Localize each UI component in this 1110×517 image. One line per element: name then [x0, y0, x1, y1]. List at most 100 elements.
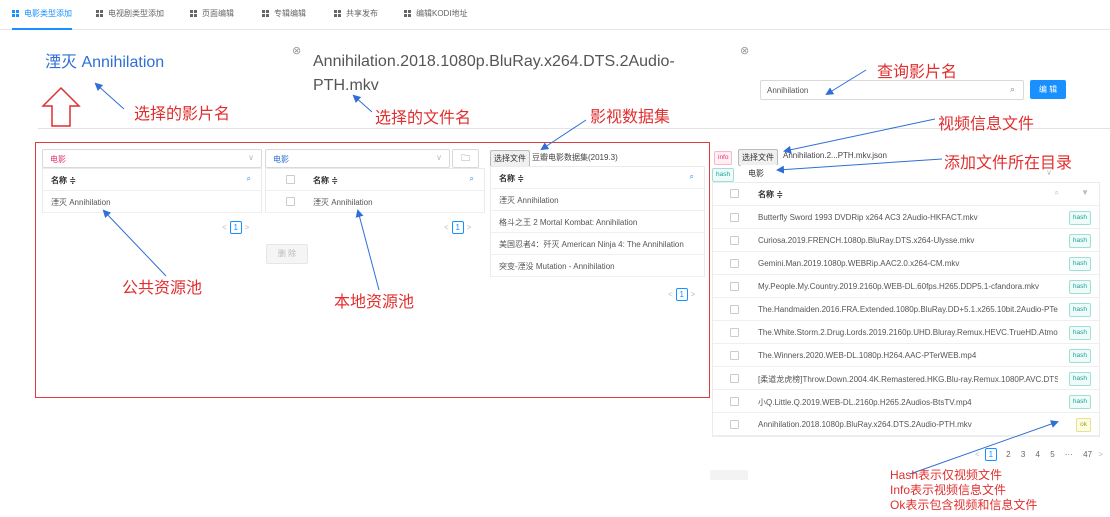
grid-icon: [190, 10, 197, 17]
search-icon[interactable]: ⌕: [1055, 188, 1059, 198]
page-2[interactable]: 2: [1006, 450, 1010, 459]
movie-search-input[interactable]: Annihilation ⌕: [760, 80, 1024, 100]
public-pool-category-select[interactable]: 电影 ∨: [42, 149, 262, 168]
row-checkbox[interactable]: [730, 374, 739, 383]
row-checkbox[interactable]: [730, 351, 739, 360]
ok-tag: ok: [1076, 418, 1091, 432]
table-row[interactable]: Gemini.Man.2019.1080p.WEBRip.AAC2.0.x264…: [713, 252, 1099, 275]
table-header: 名称 ≑ ⌕: [266, 169, 484, 191]
prev-page-icon[interactable]: <: [444, 223, 449, 232]
table-header: 名称 ≑ ⌕: [43, 169, 261, 191]
info-file-name: Annihilation.2...PTH.mkv.json: [783, 151, 887, 160]
table-row[interactable]: The.Winners.2020.WEB-DL.1080p.H264.AAC-P…: [713, 344, 1099, 367]
search-icon[interactable]: ⌕: [470, 174, 474, 184]
table-row[interactable]: 突变-湮没 Mutation - Annihilation: [491, 255, 704, 277]
tab-share-publish[interactable]: 共享发布: [334, 0, 378, 30]
delete-button[interactable]: 删 除: [266, 244, 308, 264]
next-page-icon[interactable]: >: [245, 223, 250, 232]
row-checkbox[interactable]: [730, 236, 739, 245]
edit-button[interactable]: 编 辑: [1030, 80, 1066, 99]
row-checkbox[interactable]: [730, 328, 739, 337]
hash-tag: hash: [1068, 303, 1091, 317]
next-page-icon[interactable]: >: [467, 223, 472, 232]
annotation-legend: Hash表示仅视频文件 Info表示视频信息文件 Ok表示包含视频和信息文件: [890, 468, 1038, 512]
hash-tag: hash: [1068, 349, 1091, 363]
page-3[interactable]: 3: [1021, 450, 1025, 459]
search-icon[interactable]: ⌕: [1010, 84, 1015, 95]
table-row[interactable]: Butterfly Sword 1993 DVDRip x264 AC3 2Au…: [713, 206, 1099, 229]
clear-file-icon[interactable]: ⊗: [292, 44, 301, 57]
dataset-name: 豆瓣电影数据集(2019.3): [532, 153, 618, 162]
public-pool-pager: <1 >: [222, 221, 250, 234]
select-all-checkbox[interactable]: [286, 175, 295, 184]
table-row[interactable]: My.People.My.Country.2019.2160p.WEB-DL.6…: [713, 275, 1099, 298]
page-47[interactable]: 47: [1083, 450, 1092, 459]
hash-tag: hash: [1068, 211, 1091, 225]
clear-search-icon[interactable]: ⊗: [740, 44, 749, 57]
chevron-down-icon: ∨: [436, 153, 442, 162]
grid-icon: [404, 10, 411, 17]
file-name: My.People.My.Country.2019.2160p.WEB-DL.6…: [758, 282, 1040, 291]
prev-page-icon[interactable]: <: [222, 223, 227, 232]
table-row[interactable]: Annihilation.2018.1080p.BluRay.x264.DTS.…: [713, 413, 1099, 436]
row-checkbox[interactable]: [730, 397, 739, 406]
annotation-local-pool: 本地资源池: [334, 294, 415, 311]
table-row[interactable]: 湮灭 Annihilation: [266, 191, 484, 213]
annotation-query: 查询影片名: [877, 64, 958, 81]
file-name: Annihilation.2018.1080p.BluRay.x264.DTS.…: [758, 420, 972, 429]
table-row[interactable]: Curiosa.2019.FRENCH.1080p.BluRay.DTS.x26…: [713, 229, 1099, 252]
tab-tv-type-add[interactable]: 电视剧类型添加: [96, 0, 164, 30]
tab-album-edit[interactable]: 专辑编辑: [262, 0, 306, 30]
table-row[interactable]: 小Q.Little.Q.2019.WEB-DL.2160p.H265.2Audi…: [713, 390, 1099, 413]
table-row[interactable]: 湮灭 Annihilation: [43, 191, 261, 213]
next-page-icon[interactable]: >: [1098, 450, 1103, 459]
annotation-info-file: 视频信息文件: [938, 116, 1035, 133]
search-value: Annihilation: [767, 86, 809, 95]
selected-movie-title: 湮灭 Annihilation: [45, 54, 165, 71]
row-checkbox[interactable]: [730, 282, 739, 291]
file-table-pager: < 1 2 3 4 5 ··· 47 >: [975, 448, 1103, 461]
table-row[interactable]: 湮灭 Annihilation: [491, 189, 704, 211]
file-name: The.White.Storm.2.Drug.Lords.2019.2160p.…: [758, 328, 1058, 337]
select-all-checkbox[interactable]: [730, 189, 739, 198]
table-row[interactable]: The.White.Storm.2.Drug.Lords.2019.2160p.…: [713, 321, 1099, 344]
page-5[interactable]: 5: [1050, 450, 1054, 459]
table-row[interactable]: 美国忍者4：歼灭 American Ninja 4: The Annihilat…: [491, 233, 704, 255]
selected-file-title: Annihilation.2018.1080p.BluRay.x264.DTS.…: [313, 53, 675, 94]
row-checkbox[interactable]: [730, 420, 739, 429]
next-page-icon[interactable]: >: [691, 290, 696, 299]
tab-bar: 电影类型添加 电视剧类型添加 页面编辑 专辑编辑 共享发布 编辑KODI地址: [0, 0, 1110, 30]
annotation-movie-name: 选择的影片名: [134, 106, 231, 123]
row-checkbox[interactable]: [286, 197, 295, 206]
file-name: The.Winners.2020.WEB-DL.1080p.H264.AAC-P…: [758, 351, 977, 360]
local-pool-category-select[interactable]: 电影 ∨: [265, 149, 450, 168]
prev-page-icon[interactable]: <: [668, 290, 673, 299]
page-4[interactable]: 4: [1036, 450, 1040, 459]
search-icon[interactable]: ⌕: [247, 174, 251, 184]
table-row[interactable]: 格斗之王 2 Mortal Kombat: Annihilation: [491, 211, 704, 233]
row-checkbox[interactable]: [730, 259, 739, 268]
annotation-public-pool: 公共资源池: [122, 280, 203, 297]
hash-tag: hash: [712, 168, 735, 182]
public-pool-table: 名称 ≑ ⌕ 湮灭 Annihilation: [42, 168, 262, 213]
tab-kodi-address[interactable]: 编辑KODI地址: [404, 0, 468, 30]
file-table: 名称 ≑ ⌕ ▼ Butterfly Sword 1993 DVDRip x26…: [712, 182, 1100, 437]
dataset-choose-file-button[interactable]: 选择文件: [490, 150, 530, 167]
grid-icon: [262, 10, 269, 17]
file-name: 小Q.Little.Q.2019.WEB-DL.2160p.H265.2Audi…: [758, 398, 972, 407]
table-row[interactable]: [柔道龙虎榜]Throw.Down.2004.4K.Remastered.HKG…: [713, 367, 1099, 390]
tab-movie-type-add[interactable]: 电影类型添加: [12, 0, 72, 30]
filter-icon[interactable]: ▼: [1081, 188, 1089, 197]
tab-page-edit[interactable]: 页面编辑: [190, 0, 234, 30]
prev-page-icon[interactable]: <: [975, 450, 980, 459]
info-choose-file-button[interactable]: 选择文件: [738, 149, 778, 166]
row-checkbox[interactable]: [730, 305, 739, 314]
row-checkbox[interactable]: [730, 213, 739, 222]
file-name: Curiosa.2019.FRENCH.1080p.BluRay.DTS.x26…: [758, 236, 975, 245]
table-row[interactable]: The.Handmaiden.2016.FRA.Extended.1080p.B…: [713, 298, 1099, 321]
page-ellipsis[interactable]: ···: [1065, 450, 1073, 459]
folder-icon[interactable]: 🗀: [452, 149, 479, 168]
search-icon[interactable]: ⌕: [690, 172, 694, 182]
file-name: The.Handmaiden.2016.FRA.Extended.1080p.B…: [758, 305, 1058, 314]
file-name: [柔道龙虎榜]Throw.Down.2004.4K.Remastered.HKG…: [758, 375, 1058, 384]
